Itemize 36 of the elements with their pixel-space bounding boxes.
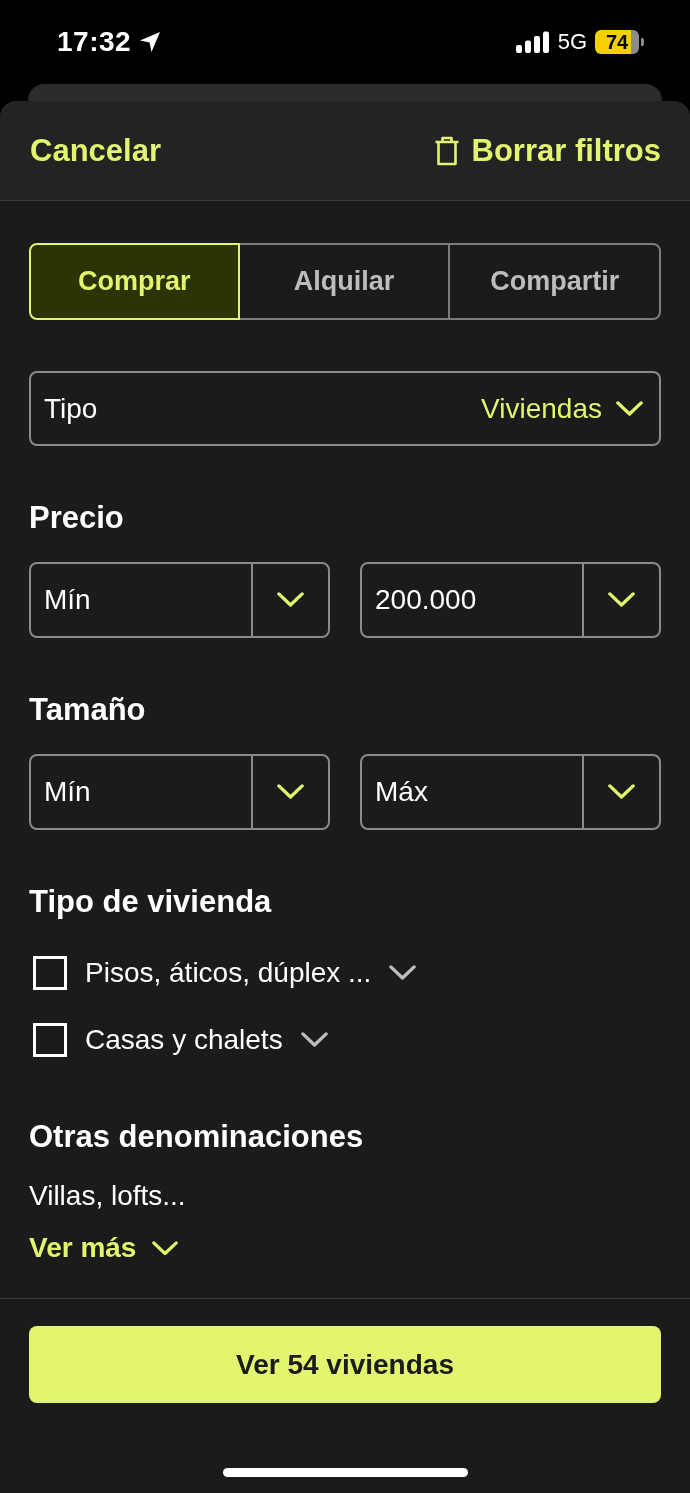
location-arrow-icon xyxy=(139,31,162,53)
type-label: Tipo xyxy=(44,392,98,425)
chevron-down-icon xyxy=(277,592,304,608)
description-text: Villas, lofts... xyxy=(29,1179,187,1213)
range-select[interactable]: 200.000 xyxy=(360,562,661,638)
section-title: Tipo de vivienda xyxy=(29,884,273,920)
signal-icon xyxy=(515,31,550,53)
trash-icon xyxy=(433,135,460,166)
chevron-down-icon xyxy=(152,1240,179,1256)
chevron-down-icon xyxy=(608,592,635,608)
type-select[interactable]: Tipo Viviendas xyxy=(29,371,661,446)
chevron-down-icon xyxy=(277,784,304,800)
chevron-down-icon xyxy=(389,965,417,981)
checkbox[interactable] xyxy=(33,1023,67,1057)
chevron-down-icon xyxy=(608,784,635,800)
section-title: Otras denominaciones xyxy=(29,1119,365,1155)
show-results-button[interactable]: Ver 54 viviendas xyxy=(29,1326,661,1403)
operation-tab[interactable]: Comprar xyxy=(29,243,240,320)
checkbox-label[interactable]: Casas y chalets xyxy=(85,1024,283,1056)
section-title: Tamaño xyxy=(29,692,147,728)
chevron-down-icon xyxy=(616,400,643,417)
section-title: Precio xyxy=(29,500,125,536)
operation-tab[interactable]: Compartir xyxy=(448,243,661,320)
clear-filters-button[interactable]: Borrar filtros xyxy=(433,132,661,169)
network-label: 5G xyxy=(557,29,587,55)
checkbox-label[interactable]: Pisos, áticos, dúplex ... xyxy=(85,957,372,989)
chevron-down-icon xyxy=(300,1032,328,1048)
range-select[interactable]: Mín xyxy=(29,754,330,830)
checkbox[interactable] xyxy=(33,956,67,990)
type-value: Viviendas xyxy=(481,392,602,425)
cancel-button[interactable]: Cancelar xyxy=(30,132,161,169)
operation-tab[interactable]: Alquilar xyxy=(237,243,451,320)
range-select[interactable]: Mín xyxy=(29,562,330,638)
status-time: 17:32 xyxy=(57,26,132,58)
see-more-link[interactable]: Ver más xyxy=(29,1230,179,1266)
range-select[interactable]: Máx xyxy=(360,754,661,830)
